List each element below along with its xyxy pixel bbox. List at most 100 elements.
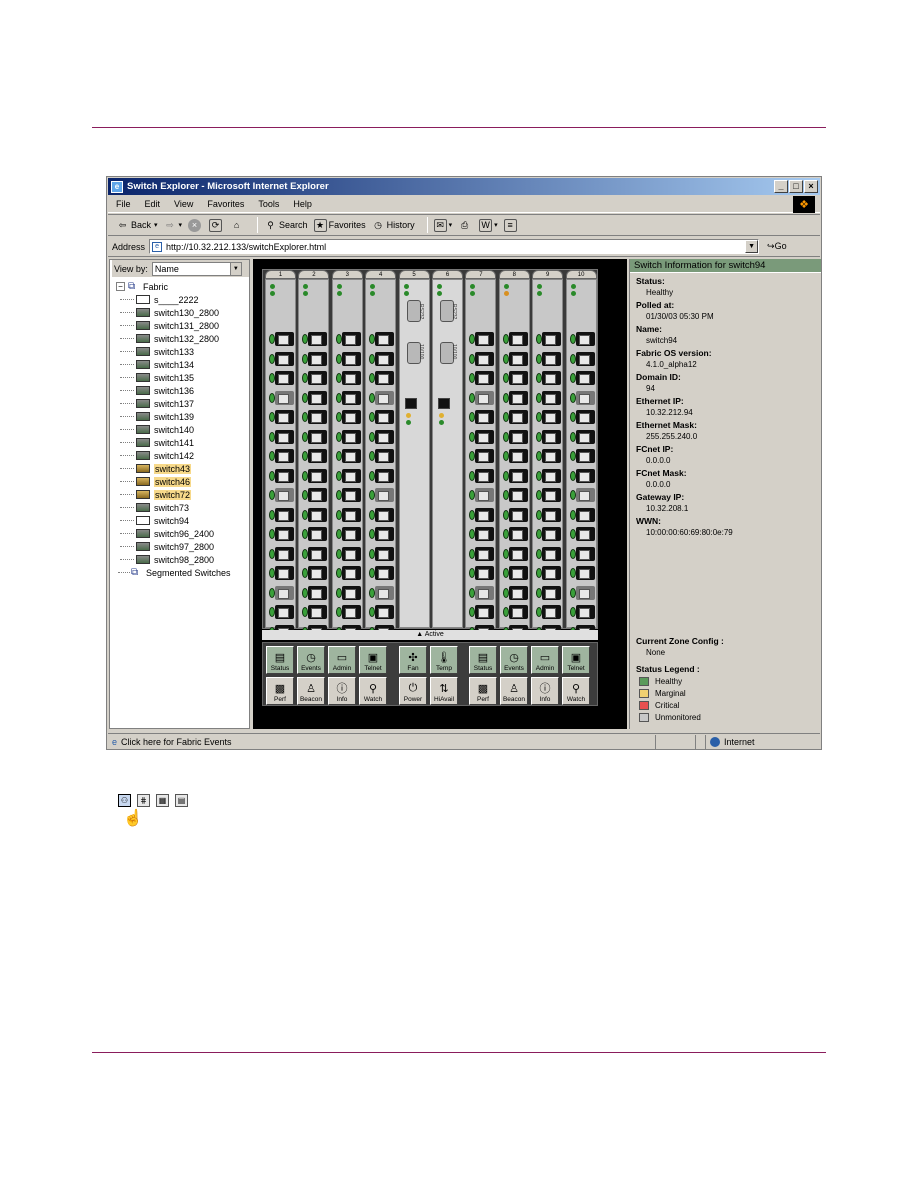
fc-port[interactable] xyxy=(502,429,529,444)
port-blade[interactable] xyxy=(465,279,497,639)
tree-item-switch[interactable]: switch94 xyxy=(116,514,249,527)
menu-view[interactable]: View xyxy=(174,199,193,209)
watch-button[interactable]: ⚲ Watch xyxy=(562,677,590,705)
info-button[interactable]: ⓘ Info xyxy=(531,677,559,705)
fc-port[interactable] xyxy=(569,332,596,346)
tree-item-switch[interactable]: switch142 xyxy=(116,449,249,462)
fc-port[interactable] xyxy=(469,546,495,561)
tile-view-icon[interactable]: ▤ xyxy=(175,794,188,807)
fc-port[interactable] xyxy=(369,390,395,405)
fc-port[interactable] xyxy=(536,546,562,561)
menu-help[interactable]: Help xyxy=(293,199,312,209)
view-by-select[interactable]: Name ▼ xyxy=(151,261,242,276)
fabric-view-icon[interactable]: ⚇ xyxy=(118,794,131,807)
fc-port[interactable] xyxy=(269,585,295,600)
fc-port[interactable] xyxy=(569,488,596,502)
tree-item-switch[interactable]: switch131_2800 xyxy=(116,319,249,332)
status-button[interactable]: ▤ Status xyxy=(266,646,294,674)
fc-port[interactable] xyxy=(335,566,362,580)
fc-port[interactable] xyxy=(469,566,495,580)
fc-port[interactable] xyxy=(502,488,529,502)
table-view-icon[interactable]: ▦ xyxy=(156,794,169,807)
tree-item-switch[interactable]: switch136 xyxy=(116,384,249,397)
fc-port[interactable] xyxy=(502,332,529,346)
fc-port[interactable] xyxy=(302,527,328,541)
fc-port[interactable] xyxy=(269,371,295,385)
fc-port[interactable] xyxy=(536,566,562,580)
fc-port[interactable] xyxy=(569,351,596,366)
tree-item-switch[interactable]: switch140 xyxy=(116,423,249,436)
fc-port[interactable] xyxy=(536,449,562,463)
fc-port[interactable] xyxy=(502,351,529,366)
fc-port[interactable] xyxy=(536,332,562,346)
fc-port[interactable] xyxy=(269,332,295,346)
fc-port[interactable] xyxy=(369,605,395,619)
fc-port[interactable] xyxy=(369,527,395,541)
fc-port[interactable] xyxy=(302,429,328,444)
fc-port[interactable] xyxy=(335,371,362,385)
fc-port[interactable] xyxy=(335,488,362,502)
tree-item-switch[interactable]: switch139 xyxy=(116,410,249,423)
fc-port[interactable] xyxy=(469,429,495,444)
fc-port[interactable] xyxy=(269,546,295,561)
port-blade[interactable] xyxy=(265,279,296,639)
minimize-button[interactable]: _ xyxy=(774,180,788,193)
fc-port[interactable] xyxy=(269,390,295,405)
watch-button[interactable]: ⚲ Watch xyxy=(359,677,387,705)
home-button[interactable]: ⌂ xyxy=(230,219,245,232)
fc-port[interactable] xyxy=(302,390,328,405)
cp-blade[interactable]: RS232 10/100 xyxy=(432,279,463,628)
fc-port[interactable] xyxy=(502,371,529,385)
fc-port[interactable] xyxy=(469,507,495,522)
fc-port[interactable] xyxy=(569,371,596,385)
fc-port[interactable] xyxy=(536,488,562,502)
fc-port[interactable] xyxy=(536,410,562,424)
fc-port[interactable] xyxy=(335,585,362,600)
port-blade[interactable] xyxy=(498,279,530,639)
fc-port[interactable] xyxy=(536,468,562,483)
temp-button[interactable]: 🌡 Temp xyxy=(430,646,458,674)
tree-item-switch[interactable]: switch132_2800 xyxy=(116,332,249,345)
fc-port[interactable] xyxy=(269,488,295,502)
menu-edit[interactable]: Edit xyxy=(145,199,161,209)
fc-port[interactable] xyxy=(502,527,529,541)
forward-button[interactable]: ⇨ ▾ xyxy=(164,219,182,232)
fc-port[interactable] xyxy=(569,410,596,424)
fc-port[interactable] xyxy=(569,585,596,600)
fc-port[interactable] xyxy=(569,449,596,463)
fc-port[interactable] xyxy=(502,546,529,561)
tree-item-switch[interactable]: switch134 xyxy=(116,358,249,371)
fc-port[interactable] xyxy=(469,527,495,541)
fc-port[interactable] xyxy=(536,585,562,600)
fc-port[interactable] xyxy=(269,449,295,463)
tree-item-switch[interactable]: switch98_2800 xyxy=(116,553,249,566)
fc-port[interactable] xyxy=(302,351,328,366)
fc-port[interactable] xyxy=(502,390,529,405)
tree-root[interactable]: − ⧉ Fabric xyxy=(116,280,249,293)
fc-port[interactable] xyxy=(302,371,328,385)
tree-segmented[interactable]: ⧉ Segmented Switches xyxy=(116,566,249,579)
hiavail-button[interactable]: ⇅ HiAvail xyxy=(430,677,458,705)
telnet-button[interactable]: ▣ Telnet xyxy=(562,646,590,674)
fc-port[interactable] xyxy=(369,351,395,366)
power-button[interactable]: ⏻ Power xyxy=(399,677,427,705)
fc-port[interactable] xyxy=(502,566,529,580)
fc-port[interactable] xyxy=(369,429,395,444)
fc-port[interactable] xyxy=(569,605,596,619)
fc-port[interactable] xyxy=(569,546,596,561)
fc-port[interactable] xyxy=(469,468,495,483)
port-blade[interactable] xyxy=(331,279,363,639)
fc-port[interactable] xyxy=(335,429,362,444)
fc-port[interactable] xyxy=(469,488,495,502)
fabric-events-link[interactable]: e Click here for Fabric Events xyxy=(108,734,656,749)
tree-item-switch[interactable]: switch141 xyxy=(116,436,249,449)
collapse-icon[interactable]: − xyxy=(116,282,125,291)
tree-item-switch[interactable]: s____2222 xyxy=(116,293,249,306)
fc-port[interactable] xyxy=(302,449,328,463)
fc-port[interactable] xyxy=(302,585,328,600)
fc-port[interactable] xyxy=(369,449,395,463)
beacon-button[interactable]: ♙ Beacon xyxy=(297,677,325,705)
port-blade[interactable] xyxy=(532,279,564,639)
fc-port[interactable] xyxy=(569,429,596,444)
port-blade[interactable] xyxy=(298,279,330,639)
